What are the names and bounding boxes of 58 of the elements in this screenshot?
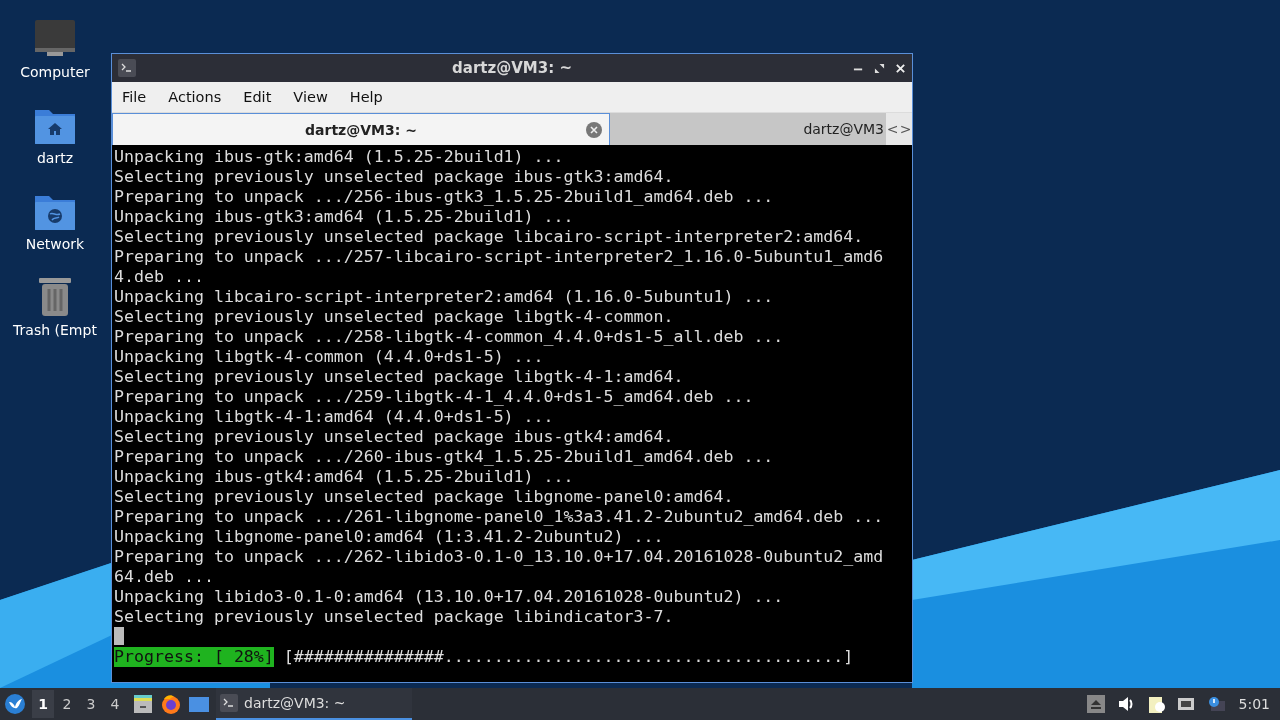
terminal-line: Unpacking libgtk-4-common (4.4.0+ds1-5) ...: [114, 347, 545, 367]
maximize-icon[interactable]: [874, 62, 885, 74]
terminal-line: Preparing to unpack .../258-libgtk-4-common_4.4.0+ds1-5_all.deb ...: [114, 327, 785, 347]
menu-item[interactable]: Help: [349, 89, 383, 105]
menu-item[interactable]: File: [122, 89, 147, 105]
menu-item[interactable]: View: [293, 89, 328, 105]
desktop-icon-label[interactable]: dartz: [36, 150, 74, 166]
workspace-button[interactable]: 2: [56, 690, 78, 718]
terminal-icon: [118, 59, 136, 77]
alert-icon[interactable]: [1206, 695, 1225, 713]
close-tab-icon[interactable]: [585, 120, 603, 139]
terminal-tab[interactable]: dartz@VM3: [610, 113, 886, 145]
terminal-line: Preparing to unpack .../260-ibus-gtk4_1.5.25-2build1_amd64.deb ...: [114, 447, 775, 467]
terminal-line: Selecting previously unselected package ibus-gtk3:amd64.: [114, 167, 675, 187]
terminal-line: Selecting previously unselected package libgtk-4-common.: [114, 307, 675, 327]
file-cabinet-icon[interactable]: [132, 693, 154, 715]
terminal-line: Preparing to unpack .../259-libgtk-4-1_4.4.0+ds1-5_amd64.deb ...: [114, 387, 755, 407]
terminal-line: Preparing to unpack .../257-libcairo-script-interpreter2_1.16.0-5ubuntu1_amd64.deb ...: [114, 247, 884, 287]
terminal-line: Preparing to unpack .../262-libido3-0.1-0_13.10.0+17.04.20161028-0ubuntu2_amd64.deb ...: [114, 547, 884, 587]
browser-icon[interactable]: [160, 693, 182, 715]
clock[interactable]: 5:01: [1238, 696, 1270, 712]
terminal-line: Unpacking libgtk-4-1:amd64 (4.4.0+ds1-5) ...: [114, 407, 555, 427]
terminal-line: Unpacking libcairo-script-interpreter2:amd64 (1.16.0-5ubuntu1) ...: [114, 287, 775, 307]
terminal-line: Preparing to unpack .../261-libgnome-panel0_1%3a3.41.2-2ubuntu2_amd64.deb ...: [114, 507, 884, 527]
terminal-line: Selecting previously unselected package libindicator3-7.: [114, 607, 675, 627]
workspace-button[interactable]: 4: [104, 690, 126, 718]
close-icon[interactable]: [895, 62, 906, 74]
desktop-icon-label[interactable]: Network: [25, 236, 85, 252]
terminal-line: Selecting previously unselected package libgtk-4-1:amd64.: [114, 367, 685, 387]
desktop-icon-label[interactable]: Trash (Empt: [13, 322, 97, 338]
terminal-line: Unpacking libgnome-panel0:amd64 (1:3.41.2-2ubuntu2) ...: [114, 527, 665, 547]
clipboard-icon[interactable]: [1146, 695, 1165, 713]
terminal-line: Selecting previously unselected package libgnome-panel0:amd64.: [114, 487, 735, 507]
eject-icon[interactable]: [1086, 695, 1105, 713]
terminal-line: Unpacking libido3-0.1-0:amd64 (13.10.0+17.04.20161028-0ubuntu2) ...: [114, 587, 785, 607]
terminal-cursor: [114, 627, 124, 645]
progress-bar-text: [###############........................................]: [283, 647, 854, 667]
window-title: dartz@VM3: ~: [451, 59, 573, 77]
terminal-tab[interactable]: dartz@VM3: ~: [112, 113, 610, 145]
progress-label: Progress: [ 28%]: [114, 647, 274, 667]
terminal-line: Unpacking ibus-gtk4:amd64 (1.5.25-2build1) ...: [114, 467, 575, 487]
terminal-line: Selecting previously unselected package libcairo-script-interpreter2:amd64.: [114, 227, 865, 247]
taskbar-window-button[interactable]: dartz@VM3: ~: [216, 688, 412, 720]
terminal-line: Unpacking ibus-gtk3:amd64 (1.5.25-2build1) ...: [114, 207, 575, 227]
terminal-line: Preparing to unpack .../256-ibus-gtk3_1.5.25-2build1_amd64.deb ...: [114, 187, 775, 207]
network-icon[interactable]: [1176, 695, 1195, 713]
menu-item[interactable]: Edit: [243, 89, 272, 105]
terminal-icon: [220, 694, 238, 712]
menu-item[interactable]: Actions: [168, 89, 222, 105]
tab-scroll-button[interactable]: >: [899, 113, 912, 145]
start-menu-icon[interactable]: [4, 693, 26, 715]
workspace-button[interactable]: 1: [32, 690, 54, 718]
volume-icon[interactable]: [1116, 695, 1135, 713]
desktop-icon-label[interactable]: Computer: [20, 64, 90, 80]
workspace-button[interactable]: 3: [80, 690, 102, 718]
tab-scroll-button[interactable]: <: [886, 113, 899, 145]
terminal-line: Selecting previously unselected package ibus-gtk4:amd64.: [114, 427, 675, 447]
terminal-line: Unpacking ibus-gtk:amd64 (1.5.25-2build1) ...: [114, 147, 565, 167]
